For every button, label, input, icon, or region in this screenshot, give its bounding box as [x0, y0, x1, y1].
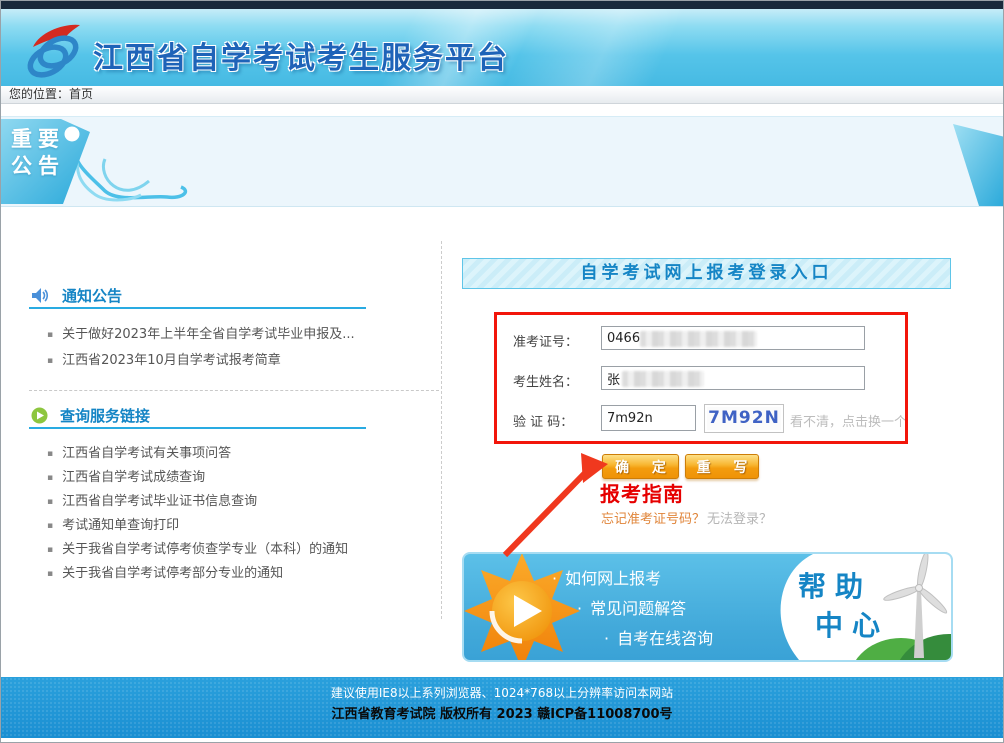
top-strip — [1, 1, 1003, 9]
play-circle-icon — [31, 407, 48, 424]
notices-title: 通知公告 — [62, 285, 122, 306]
service-item[interactable]: 考试通知单查询打印 — [47, 514, 447, 538]
help-link-faq[interactable]: ·常见问题解答 — [577, 594, 713, 624]
guide-annotation-label: 报考指南 — [600, 478, 684, 507]
help-link-how-to-register[interactable]: ·如何网上报考 — [552, 564, 713, 594]
corner-triangle-decoration — [949, 122, 1004, 207]
forgot-number-link[interactable]: 忘记准考证号码？ — [601, 508, 705, 527]
section-divider — [29, 390, 439, 391]
help-links: ·如何网上报考 ·常见问题解答 ·自考在线咨询 — [552, 564, 713, 654]
help-center-line2: 中心 — [798, 606, 889, 645]
services-title: 查询服务链接 — [60, 405, 150, 426]
service-item[interactable]: 关于我省自学考试停考侦查学专业（本科）的通知 — [47, 538, 447, 562]
notice-tag-text: 重要 公告 — [11, 126, 65, 180]
header: 江西省自学考试考生服务平台 — [1, 9, 1003, 86]
candidate-name-label: 考生姓名： — [513, 371, 578, 390]
cannot-login-link[interactable]: 无法登录？ — [707, 508, 772, 527]
service-item[interactable]: 江西省自学考试有关事项问答 — [47, 442, 447, 466]
redaction-blur — [640, 331, 757, 347]
services-section-header: 查询服务链接 — [31, 405, 150, 426]
speaker-icon — [31, 287, 50, 304]
notice-tag-line1: 重要 — [11, 126, 65, 153]
page: 江西省自学考试考生服务平台 您的位置：首页 重要 公告 通知公告 — [0, 0, 1004, 743]
confirm-button[interactable]: 确 定 — [602, 454, 679, 479]
captcha-label: 验 证 码： — [513, 411, 573, 430]
notice-tag-line2: 公告 — [11, 153, 65, 180]
notices-section-header: 通知公告 — [31, 285, 122, 306]
footer-browser-note: 建议使用IE8以上系列浏览器、1024*768以上分辨率访问本网站 — [1, 684, 1003, 701]
notice-list: 关于做好2023年上半年全省自学考试毕业申报及... 江西省2023年10月自学… — [47, 322, 447, 374]
help-center-title[interactable]: 帮助 中心 — [798, 567, 889, 645]
reset-button[interactable]: 重 写 — [685, 454, 759, 479]
site-title: 江西省自学考试考生服务平台 — [93, 33, 509, 77]
service-list: 江西省自学考试有关事项问答 江西省自学考试成绩查询 江西省自学考试毕业证书信息查… — [47, 442, 447, 586]
services-underline — [29, 427, 366, 429]
admission-number-label: 准考证号： — [513, 331, 578, 350]
bullet: · — [577, 599, 582, 618]
breadcrumb-home-link[interactable]: 首页 — [69, 87, 93, 101]
notices-underline — [29, 307, 366, 309]
help-banner: ·如何网上报考 ·常见问题解答 ·自考在线咨询 帮助 中心 — [462, 552, 953, 662]
service-item[interactable]: 关于我省自学考试停考部分专业的通知 — [47, 562, 447, 586]
footer-copyright: 江西省教育考试院 版权所有 2023 赣ICP备11008700号 — [1, 703, 1003, 722]
help-center-line1: 帮助 — [798, 570, 872, 603]
bullet: · — [552, 569, 557, 588]
service-item[interactable]: 江西省自学考试成绩查询 — [47, 466, 447, 490]
captcha-refresh-hint[interactable]: 看不清，点击换一个 — [790, 411, 907, 430]
footer: 建议使用IE8以上系列浏览器、1024*768以上分辨率访问本网站 江西省教育考… — [1, 677, 1003, 738]
bullet: · — [604, 629, 609, 648]
captcha-input[interactable] — [601, 405, 696, 431]
column-divider — [441, 241, 442, 619]
captcha-image[interactable]: 7M92N — [704, 404, 784, 433]
login-panel-title: 自学考试网上报考登录入口 — [462, 258, 951, 289]
service-item[interactable]: 江西省自学考试毕业证书信息查询 — [47, 490, 447, 514]
redaction-blur — [622, 371, 704, 387]
site-logo — [21, 20, 85, 84]
notice-item[interactable]: 江西省2023年10月自学考试报考简章 — [47, 348, 447, 374]
help-link-online-consult[interactable]: ·自考在线咨询 — [604, 624, 713, 654]
notice-item[interactable]: 关于做好2023年上半年全省自学考试毕业申报及... — [47, 322, 447, 348]
breadcrumb-label: 您的位置： — [9, 87, 69, 101]
breadcrumb: 您的位置：首页 — [1, 86, 1003, 104]
